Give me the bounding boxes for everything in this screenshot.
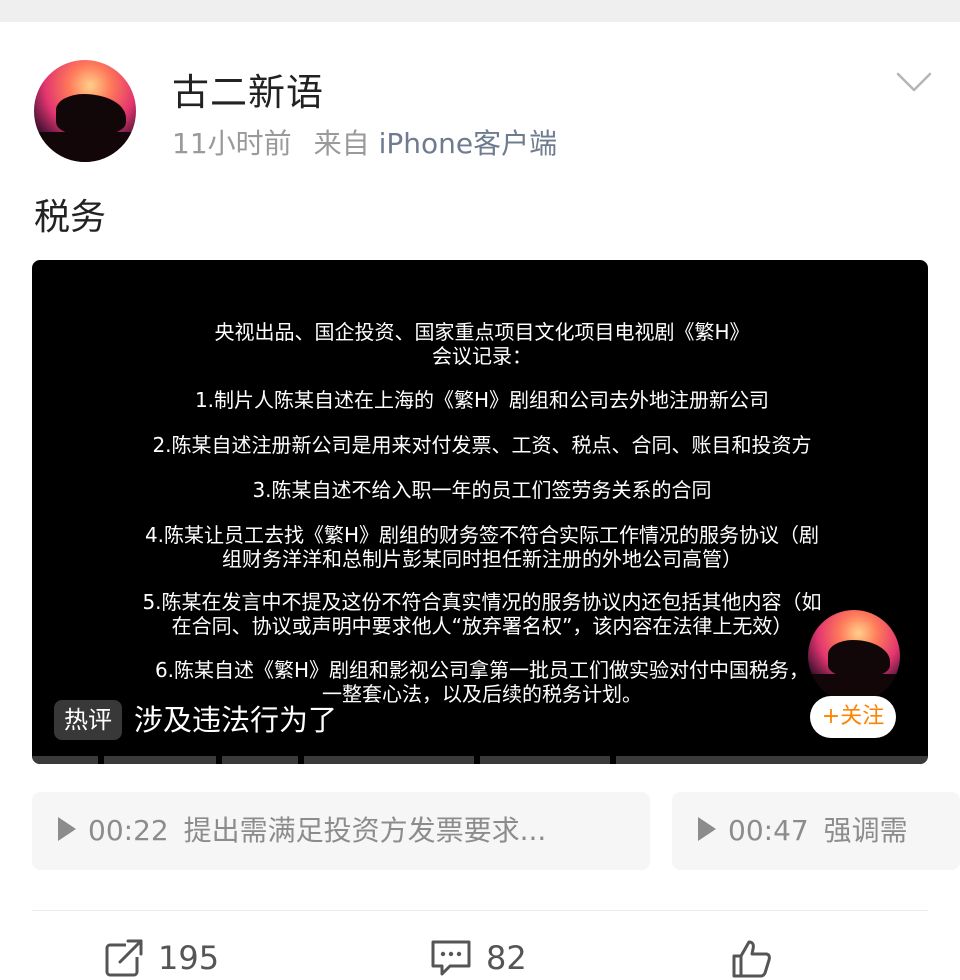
post-time: 11小时前 xyxy=(172,127,292,160)
avatar-silhouette xyxy=(56,94,126,134)
avatar[interactable] xyxy=(34,60,136,162)
doc-line: 会议记录： xyxy=(432,344,532,368)
chevron-down-icon[interactable] xyxy=(894,62,934,102)
doc-line: 3.陈某自述不给入职一年的员工们签劳务关系的合同 xyxy=(252,478,712,502)
post-text: 税务 xyxy=(34,197,107,238)
chapter-segment[interactable] xyxy=(480,756,610,764)
chapter-chip[interactable]: 00:22 提出需满足投资方发票要求... xyxy=(32,792,650,870)
thumbs-up-icon xyxy=(732,940,771,978)
doc-line: 央视出品、国企投资、国家重点项目文化项目电视剧《繁H》 xyxy=(214,320,750,344)
meeting-record-text: 央视出品、国企投资、国家重点项目文化项目电视剧《繁H》 会议记录： 1.制片人陈… xyxy=(32,260,928,764)
chapter-chip[interactable]: 00:47 强调需 xyxy=(672,792,960,870)
chapter-title: 提出需满足投资方发票要求... xyxy=(183,814,547,847)
hot-comment-badge: 热评 xyxy=(54,700,122,740)
doc-line: 2.陈某自述注册新公司是用来对付发票、工资、税点、合同、账目和投资方 xyxy=(152,433,812,457)
divider xyxy=(32,910,928,911)
share-button[interactable]: 195 xyxy=(104,936,219,980)
hot-comment-text[interactable]: 涉及违法行为了 xyxy=(134,700,337,740)
video-player[interactable]: 央视出品、国企投资、国家重点项目文化项目电视剧《繁H》 会议记录： 1.制片人陈… xyxy=(32,260,928,764)
doc-line: 1.制片人陈某自述在上海的《繁H》剧组和公司去外地注册新公司 xyxy=(194,388,770,412)
avatar-silhouette xyxy=(828,640,890,676)
chapter-time: 00:47 xyxy=(728,814,809,847)
doc-line: 在合同、协议或声明中要求他人“放弃署名权”，该内容在法律上无效） xyxy=(171,614,793,638)
source-client[interactable]: iPhone客户端 xyxy=(379,127,558,160)
doc-line: 组财务洋洋和总制片彭某同时担任新注册的外地公司高管） xyxy=(222,547,742,571)
like-button[interactable] xyxy=(730,936,788,980)
comment-icon xyxy=(431,940,471,976)
top-separator xyxy=(0,0,960,22)
username[interactable]: 古二新语 xyxy=(172,62,324,116)
chapter-segment[interactable] xyxy=(32,756,98,764)
creator-avatar[interactable] xyxy=(808,610,900,702)
source-prefix: 来自 xyxy=(313,127,370,160)
chapter-segment[interactable] xyxy=(304,756,474,764)
chapter-title: 强调需 xyxy=(823,814,908,847)
share-count: 195 xyxy=(158,939,220,977)
play-icon xyxy=(698,817,716,841)
comment-count: 82 xyxy=(486,939,527,977)
chapter-progress-bar[interactable] xyxy=(32,756,928,764)
chapter-segment[interactable] xyxy=(222,756,298,764)
follow-button[interactable]: +关注 xyxy=(810,696,896,738)
doc-line: 4.陈某让员工去找《繁H》剧组的财务签不符合实际工作情况的服务协议（剧 xyxy=(144,523,820,547)
share-icon xyxy=(105,939,144,977)
post-meta: 11小时前 来自 iPhone客户端 xyxy=(172,122,557,162)
play-icon xyxy=(58,817,76,841)
chapter-segment[interactable] xyxy=(616,756,928,764)
chapter-time: 00:22 xyxy=(88,814,169,847)
chapter-segment[interactable] xyxy=(104,756,216,764)
avatar-foreground xyxy=(34,132,136,162)
doc-line: 6.陈某自述《繁H》剧组和影视公司拿第一批员工们做实验对付中国税务， xyxy=(154,658,810,682)
comment-button[interactable]: 82 xyxy=(430,936,527,980)
doc-line: 5.陈某在发言中不提及这份不符合真实情况的服务协议内还包括其他内容（如 xyxy=(142,590,822,614)
